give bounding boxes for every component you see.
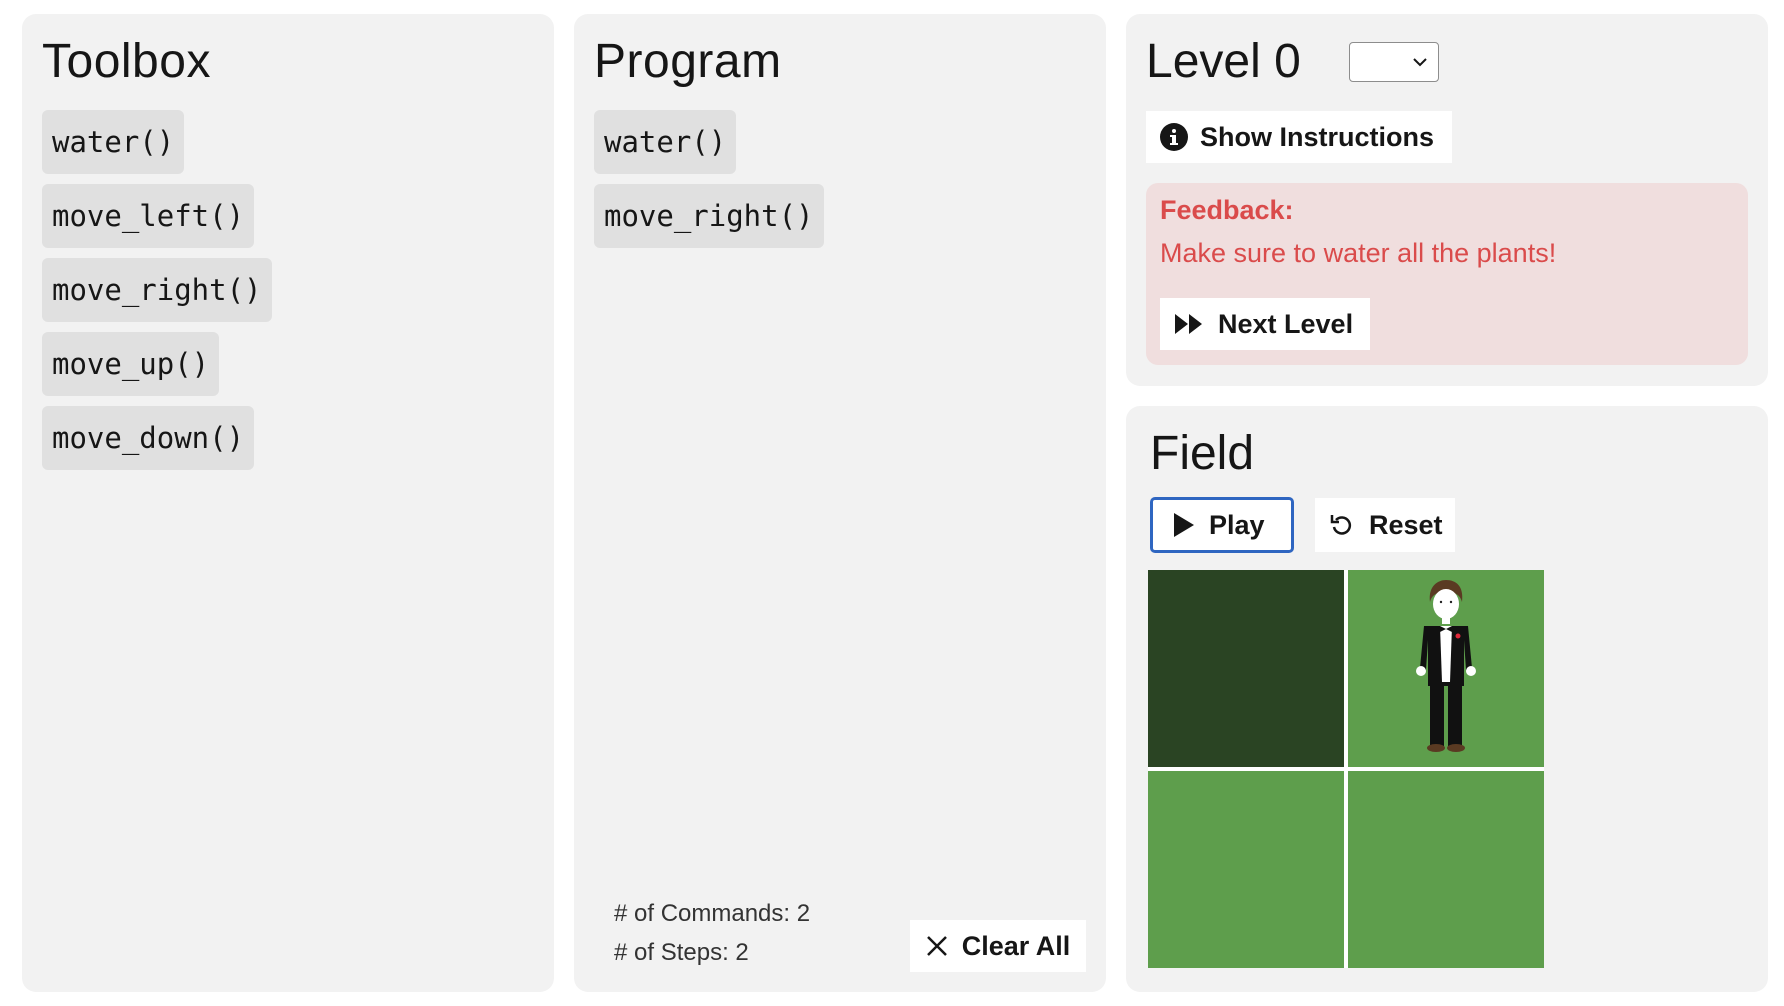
program-title: Program <box>594 35 782 88</box>
clear-all-label: Clear All <box>961 930 1071 961</box>
feedback-title: Feedback: <box>1160 195 1294 225</box>
program-panel: Program water() move_right() # of Comman… <box>574 14 1106 992</box>
toolbox-command-move-down[interactable]: move_down() <box>42 406 255 470</box>
show-instructions-label: Show Instructions <box>1200 121 1435 152</box>
field-panel: Field Play Reset <box>1126 406 1768 992</box>
field-cell-0-0 <box>1148 570 1344 767</box>
commands-count: # of Commands: 2 <box>614 900 811 927</box>
field-cell-1-0 <box>1148 771 1344 968</box>
field-title: Field <box>1150 427 1255 480</box>
toolbox-command-move-up[interactable]: move_up() <box>42 332 220 396</box>
feedback-message: Make sure to water all the plants! <box>1160 238 1557 268</box>
reset-label: Reset <box>1369 509 1443 540</box>
program-stats: # of Commands: 2 # of Steps: 2 <box>614 894 810 972</box>
next-level-button[interactable]: Next Level <box>1160 298 1370 350</box>
next-level-label: Next Level <box>1218 308 1354 339</box>
toolbox-command-water[interactable]: water() <box>42 110 185 174</box>
gardener-character <box>1416 580 1476 752</box>
show-instructions-button[interactable]: Show Instructions <box>1146 111 1452 163</box>
level-title: Level 0 <box>1146 35 1301 88</box>
play-button[interactable]: Play <box>1150 497 1294 553</box>
chevron-down-icon <box>1413 57 1427 66</box>
toolbox-command-move-right[interactable]: move_right() <box>42 258 272 322</box>
field-cell-1-1 <box>1348 771 1544 968</box>
reset-button[interactable]: Reset <box>1315 498 1455 552</box>
field-cell-0-1 <box>1348 570 1544 767</box>
level-header: Level 0 <box>1146 34 1439 89</box>
clear-all-button[interactable]: Clear All <box>910 920 1086 972</box>
fast-forward-icon <box>1175 314 1202 334</box>
toolbox-command-move-left[interactable]: move_left() <box>42 184 255 248</box>
field-grid <box>1148 570 1544 968</box>
level-panel: Level 0 Show Instructions Feedback: Make… <box>1126 14 1768 386</box>
toolbox-title: Toolbox <box>42 35 211 88</box>
info-icon <box>1160 123 1188 151</box>
program-command-list[interactable]: water() move_right() <box>594 110 824 258</box>
program-command-water[interactable]: water() <box>594 110 737 174</box>
play-label: Play <box>1209 509 1265 540</box>
level-select[interactable] <box>1348 41 1439 82</box>
play-icon <box>1174 513 1194 537</box>
steps-count: # of Steps: 2 <box>614 939 749 966</box>
program-command-move-right[interactable]: move_right() <box>594 184 824 248</box>
toolbox-panel: Toolbox water() move_left() move_right()… <box>22 14 554 992</box>
feedback-box: Feedback: Make sure to water all the pla… <box>1146 183 1748 365</box>
reset-icon <box>1330 515 1352 535</box>
toolbox-command-list: water() move_left() move_right() move_up… <box>42 110 272 480</box>
close-icon <box>926 936 947 956</box>
